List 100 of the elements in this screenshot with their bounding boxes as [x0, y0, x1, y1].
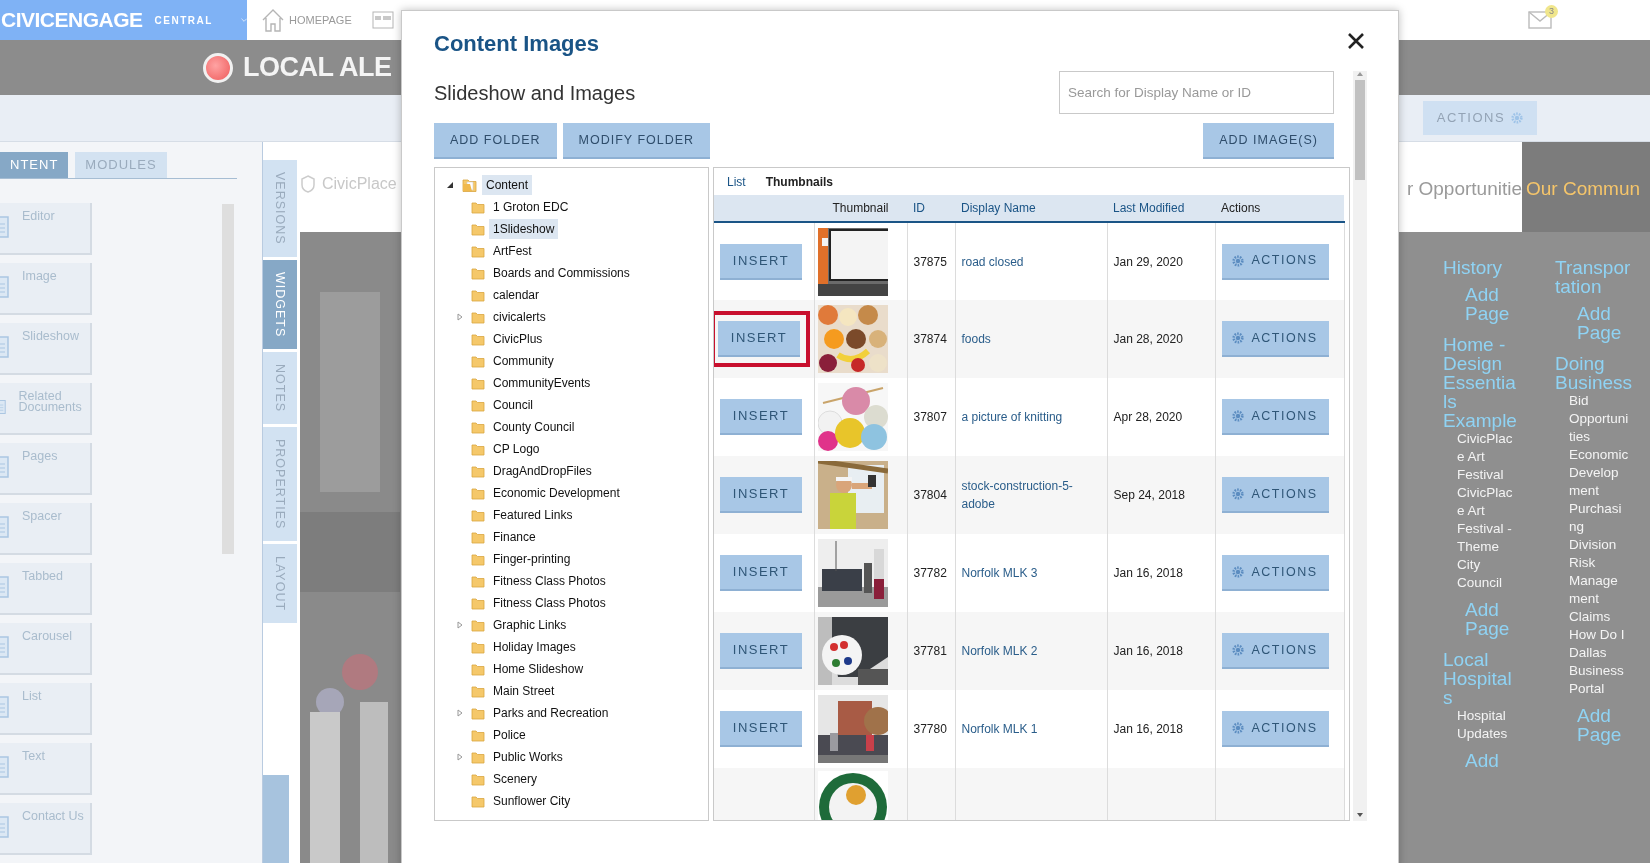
menu-link[interactable]: Economic Development [1569, 446, 1629, 500]
scrollbar[interactable] [222, 204, 234, 554]
menu-link[interactable]: CivicPlace Art Festival [1457, 430, 1519, 484]
menu-link[interactable]: City Council [1457, 556, 1519, 592]
tree-item[interactable]: CivicPlus [489, 329, 547, 349]
folder-icon [471, 310, 485, 324]
tree-item[interactable]: Public Works [489, 747, 567, 767]
widget-label: Pages [22, 451, 58, 465]
file-name-link[interactable]: Norfolk MLK 2 [955, 612, 1107, 690]
nav-link[interactable]: r Opportunitie [1406, 175, 1522, 204]
insert-button[interactable]: INSERT [720, 555, 802, 591]
menu-link[interactable]: Bid Opportunities [1569, 392, 1629, 446]
menu-link[interactable]: Purchasing Division [1569, 500, 1629, 554]
folder-button[interactable]: MODIFY FOLDER [562, 123, 711, 159]
tree-item[interactable]: Economic Development [489, 483, 624, 503]
tree-item[interactable]: 1Slideshow [489, 219, 559, 239]
tree-item[interactable]: Fitness Class Photos [489, 571, 610, 591]
folder-icon [471, 222, 485, 236]
tree-item[interactable]: Featured Links [489, 505, 577, 525]
close-button[interactable] [1347, 31, 1365, 50]
layout-icon[interactable] [371, 11, 394, 29]
folder-button[interactable]: ADD FOLDER [434, 123, 557, 159]
tree-item[interactable]: calendar [489, 285, 544, 305]
menu-link[interactable]: Risk Management Claims [1569, 554, 1629, 626]
actions-button[interactable]: ACTIONS [1221, 321, 1329, 357]
widget-label: Image [22, 271, 57, 285]
notification-badge: 3 [1545, 4, 1558, 18]
scroll-down-icon[interactable] [1356, 812, 1364, 818]
widget-label: Spacer [22, 511, 62, 525]
tree-item[interactable]: Graphic Links [489, 615, 571, 635]
panel-tab[interactable]: NTENT [0, 152, 69, 178]
tree-item[interactable]: Finger-printing [489, 549, 575, 569]
tree-item[interactable]: Scenery [489, 769, 542, 789]
actions-button[interactable]: ACTIONS [1221, 633, 1329, 669]
folder-icon [471, 354, 485, 368]
tree-item[interactable]: County Council [489, 417, 579, 437]
tree-item[interactable]: civicalerts [489, 307, 550, 327]
menu-link[interactable]: CivicPlace Art Festival - Theme [1457, 484, 1519, 556]
actions-button[interactable]: ACTIONS [1221, 555, 1329, 591]
column-header[interactable]: Last Modified [1107, 195, 1215, 222]
folder-icon [471, 420, 485, 434]
tree-item[interactable]: Boards and Commissions [489, 263, 634, 283]
tree-item[interactable]: DragAndDropFiles [489, 461, 596, 481]
homepage-link[interactable]: HOMEPAGE [289, 11, 352, 29]
tree-item[interactable]: Council [489, 395, 538, 415]
menu-link[interactable]: Hospital Updates [1457, 707, 1519, 743]
insert-button[interactable]: INSERT [720, 633, 802, 669]
tree-item[interactable]: Sunflower City [489, 791, 575, 811]
document-icon [0, 575, 10, 599]
shield-icon [300, 175, 316, 193]
view-tab[interactable]: List [727, 172, 746, 191]
search-field[interactable]: Search for Display Name or ID [1059, 71, 1334, 114]
view-tab[interactable]: Thumbnails [765, 172, 834, 191]
tree-item[interactable]: Finance [489, 527, 540, 547]
tree-item[interactable]: Home Slideshow [489, 659, 588, 679]
column-header[interactable]: Display Name [955, 195, 1107, 222]
menu-link[interactable]: Dallas Business Portal [1569, 644, 1629, 698]
side-tab[interactable]: WIDGETS [263, 259, 297, 349]
chevron-icon[interactable] [240, 16, 247, 24]
widget-label: Contact Us [22, 811, 84, 825]
tree-item[interactable]: CP Logo [489, 439, 544, 459]
actions-button[interactable]: ACTIONS [1221, 243, 1329, 280]
alert-icon [203, 52, 233, 83]
tree-item[interactable]: Fitness Class Photos [489, 593, 610, 613]
widget-label: Text [22, 751, 45, 765]
insert-button[interactable]: INSERT [720, 477, 802, 513]
insert-button[interactable]: INSERT [720, 399, 802, 435]
scrollbar-thumb[interactable] [1355, 80, 1365, 180]
actions-button[interactable]: ACTIONS [1221, 399, 1329, 435]
folder-icon [471, 640, 485, 654]
document-icon [0, 455, 10, 479]
folder-icon [471, 662, 485, 676]
actions-button[interactable]: ACTIONS [1221, 711, 1329, 747]
tree-item[interactable]: Parks and Recreation [489, 703, 613, 723]
insert-button[interactable]: INSERT [720, 711, 802, 747]
tree-item[interactable]: Main Street [489, 681, 559, 701]
column-header[interactable]: ID [907, 195, 955, 222]
tree-item[interactable]: Holiday Images [489, 637, 580, 657]
tree-item[interactable]: CommunityEvents [489, 373, 595, 393]
insert-button[interactable]: INSERT [718, 321, 800, 357]
file-name-link[interactable]: stock-construction-5-adobe [955, 456, 1107, 534]
add-images-button[interactable]: ADD IMAGE(S) [1203, 123, 1334, 159]
tree-item[interactable]: 1 Groton EDC [489, 197, 573, 217]
tree-item[interactable]: Content [482, 175, 533, 195]
nav-link[interactable]: Our Commun [1522, 142, 1650, 232]
scrollbar[interactable] [1353, 71, 1367, 821]
file-name-link[interactable]: foods [955, 300, 1107, 378]
tree-item[interactable]: ArtFest [489, 241, 536, 261]
document-icon [0, 335, 10, 359]
tree-item[interactable]: Police [489, 725, 530, 745]
folder-icon [471, 200, 485, 214]
home-icon[interactable] [261, 8, 285, 32]
menu-link[interactable]: How Do I [1569, 626, 1629, 644]
folder-icon [462, 177, 478, 193]
scroll-up-icon[interactable] [1356, 71, 1364, 77]
column-header: Actions [1215, 195, 1344, 222]
actions-button[interactable]: ACTIONS [1221, 477, 1329, 513]
tree-item[interactable]: Community [489, 351, 558, 371]
insert-button[interactable]: INSERT [720, 243, 802, 280]
expander-icon[interactable] [446, 181, 454, 189]
